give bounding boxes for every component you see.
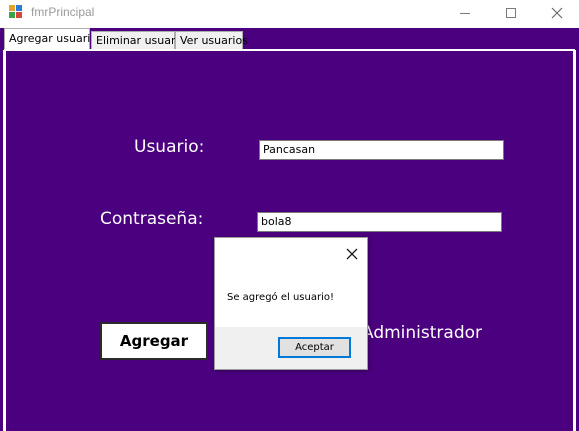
close-icon (346, 248, 358, 260)
left-edge (0, 28, 3, 431)
close-button[interactable] (534, 0, 579, 26)
close-icon (551, 7, 563, 19)
tab-eliminar-usuario[interactable]: Eliminar usuario (91, 31, 185, 50)
tab-ver-usuarios[interactable]: Ver usuarios (175, 31, 248, 50)
maximize-button[interactable] (488, 0, 534, 26)
contrasena-input[interactable]: bola8 (257, 212, 502, 232)
dialog-message: Se agregó el usuario! (227, 292, 334, 303)
minimize-icon (460, 12, 470, 14)
usuario-label: Usuario: (134, 137, 205, 157)
tab-agregar-usuario[interactable]: Agregar usuario (4, 28, 97, 50)
maximize-icon (506, 8, 516, 18)
message-dialog: Se agregó el usuario! Aceptar (214, 237, 368, 370)
window-title: fmrPrincipal (31, 5, 95, 19)
minimize-button[interactable] (442, 0, 488, 26)
contrasena-label: Contraseña: (100, 209, 204, 229)
tab-strip: Agregar usuario Eliminar usuario Ver usu… (0, 28, 579, 50)
title-bar[interactable]: fmrPrincipal (0, 0, 579, 26)
administrador-label[interactable]: Administrador (362, 323, 482, 343)
dialog-close-button[interactable] (342, 244, 362, 264)
main-window: fmrPrincipal Agregar usuario Eliminar us… (0, 0, 579, 431)
app-icon (9, 5, 23, 19)
agregar-button[interactable]: Agregar (100, 322, 208, 360)
aceptar-button[interactable]: Aceptar (278, 337, 351, 358)
usuario-input[interactable]: Pancasan (259, 140, 504, 160)
dialog-footer: Aceptar (215, 327, 367, 369)
